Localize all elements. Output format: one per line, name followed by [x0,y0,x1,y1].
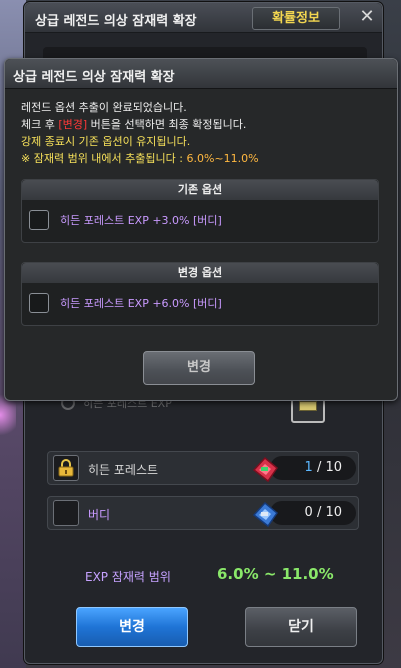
change-button[interactable]: 변경 [76,607,188,647]
close-button[interactable]: 닫기 [245,607,357,647]
existing-option-section: 기존 옵션 히든 포레스트 EXP +3.0% [버디] [21,179,379,243]
line2-post: 버튼을 선택하면 최종 확정됩니다. [87,118,247,131]
range-label: EXP 잠재력 범위 [85,570,171,584]
existing-option-header: 기존 옵션 [22,180,378,200]
dialog-message-line3: 강제 종료시 기존 옵션이 유지됩니다. [21,135,191,148]
window-title-bar[interactable]: 상급 레전드 의상 잠재력 확장 확률정보 ✕ [25,3,382,33]
changed-option-text: 히든 포레스트 EXP +6.0% [버디] [60,297,222,310]
dialog-title-bar[interactable]: 상급 레전드 의상 잠재력 확장 [5,59,397,89]
red-gem-icon [252,456,279,483]
slot-current: 0 [304,505,313,520]
slot-counter: 1 / 10 [270,456,356,480]
dialog-message-line4: ※ 잠재력 범위 내에서 추출됩니다 : 6.0%~11.0% [21,152,259,166]
slot-label: 버디 [88,508,111,522]
potential-range-row: EXP 잠재력 범위 6.0% ~ 11.0% [85,565,355,586]
dialog-message-line2: 체크 후 [변경] 버튼을 선택하면 최종 확정됩니다. [21,118,246,132]
blue-gem-icon [252,501,279,528]
slot-total: / 10 [316,460,342,475]
slot-buddy: 버디 0 / 10 [47,496,359,530]
dialog-message-line1: 레전드 옵션 추출이 완료되었습니다. [21,101,187,114]
scroll-icon [299,401,317,411]
existing-option-checkbox[interactable] [29,210,49,230]
changed-option-checkbox[interactable] [29,293,49,313]
slot-checkbox[interactable] [53,500,79,526]
range-value: 6.0% ~ 11.0% [217,565,334,583]
backdrop-glow [0,395,16,435]
window-title: 상급 레전드 의상 잠재력 확장 [35,14,197,29]
dialog-change-button[interactable]: 변경 [143,351,255,385]
lock-toggle[interactable] [53,455,79,481]
option-confirm-dialog: 상급 레전드 의상 잠재력 확장 레전드 옵션 추출이 완료되었습니다. 체크 … [4,58,398,401]
slot-current: 1 [304,460,313,475]
existing-option-text: 히든 포레스트 EXP +3.0% [버디] [60,214,222,227]
slot-hidden-forest: 히든 포레스트 1 / 10 [47,451,359,485]
slot-total: / 10 [316,505,342,520]
changed-option-section: 변경 옵션 히든 포레스트 EXP +6.0% [버디] [21,262,379,326]
line2-pre: 체크 후 [21,118,59,131]
close-icon[interactable]: ✕ [356,6,378,28]
probability-info-button[interactable]: 확률정보 [252,7,340,30]
changed-option-header: 변경 옵션 [22,263,378,283]
line4-pre: ※ 잠재력 범위 내에서 추출됩니다 : [21,152,187,165]
dialog-title: 상급 레전드 의상 잠재력 확장 [13,70,175,85]
slot-counter: 0 / 10 [270,501,356,525]
line2-red: [변경] [58,118,88,131]
line4-value: 6.0%~11.0% [186,152,259,165]
lock-icon [58,459,74,477]
slot-label: 히든 포레스트 [88,463,159,477]
